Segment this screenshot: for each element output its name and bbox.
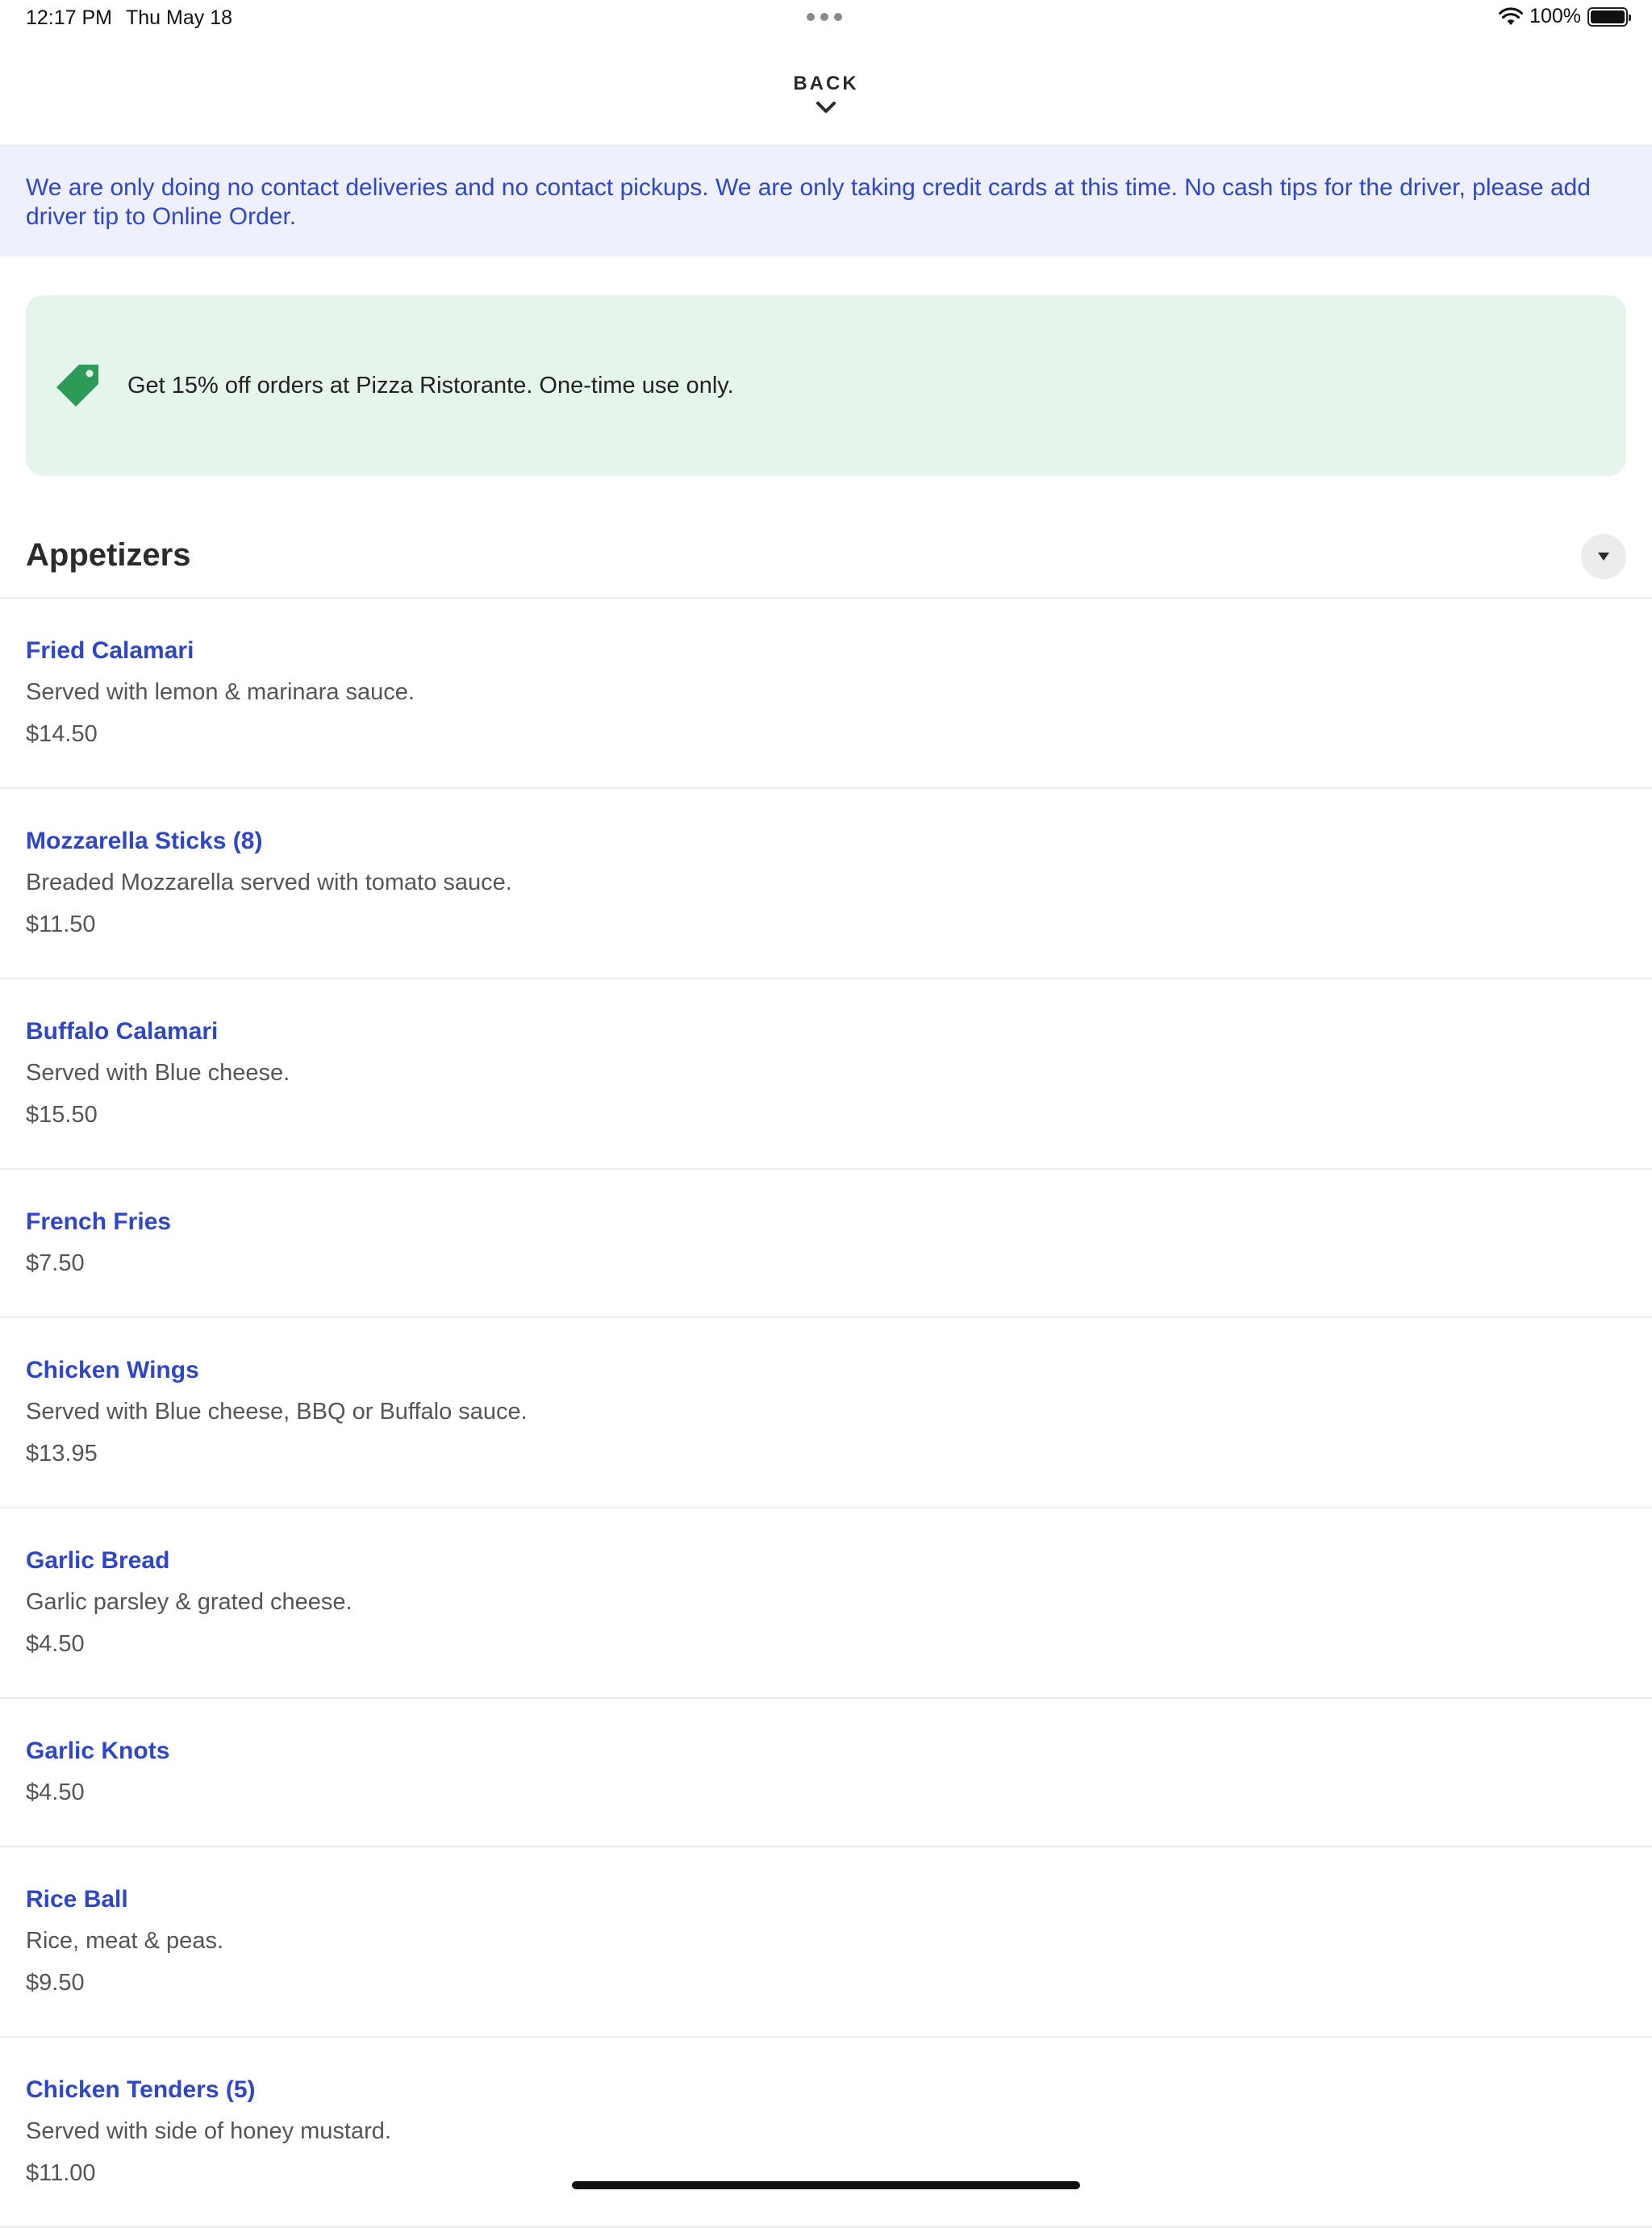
item-price: $14.50 [26, 721, 98, 747]
item-price: $4.50 [26, 1631, 85, 1657]
status-date: Thu May 18 [126, 6, 233, 29]
item-price: $9.50 [26, 1970, 85, 1996]
back-button[interactable]: BACK [0, 73, 1652, 115]
item-description: Served with Blue cheese, BBQ or Buffalo … [26, 1399, 528, 1425]
back-label: BACK [793, 73, 859, 94]
item-name[interactable]: Garlic Knots [26, 1738, 169, 1765]
battery-percentage: 100% [1529, 5, 1581, 27]
item-description: Served with lemon & marinara sauce. [26, 679, 415, 705]
section-header-appetizers: Appetizers [0, 516, 1652, 599]
menu-item[interactable]: Rice Ball Rice, meat & peas. $9.50 [0, 1847, 1652, 2038]
menu-item[interactable]: Chicken Wings Served with Blue cheese, B… [0, 1318, 1652, 1508]
item-description: Rice, meat & peas. [26, 1928, 223, 1954]
item-name[interactable]: Fried Calamari [26, 637, 194, 665]
status-indicators: 100% [1499, 5, 1631, 28]
menu-item[interactable]: Mozzarella Sticks (8) Breaded Mozzarella… [0, 789, 1652, 979]
item-name[interactable]: French Fries [26, 1208, 171, 1236]
section-title: Appetizers [26, 537, 191, 573]
collapse-section-button[interactable] [1581, 534, 1626, 579]
item-name[interactable]: Chicken Wings [26, 1357, 199, 1384]
menu-item[interactable]: Chicken Tenders (5) Served with side of … [0, 2038, 1652, 2228]
menu-item[interactable]: Fried Calamari Served with lemon & marin… [0, 599, 1652, 789]
item-name[interactable]: Buffalo Calamari [26, 1018, 218, 1045]
item-price: $11.00 [26, 2160, 96, 2186]
notice-text: We are only doing no contact deliveries … [26, 174, 1591, 230]
multitasking-dots-icon[interactable] [807, 13, 842, 21]
wifi-icon [1499, 6, 1524, 25]
item-description: Served with Blue cheese. [26, 1060, 290, 1086]
tag-icon [56, 365, 98, 407]
promo-card[interactable]: Get 15% off orders at Pizza Ristorante. … [26, 295, 1626, 476]
menu-item[interactable]: Buffalo Calamari Served with Blue cheese… [0, 979, 1652, 1170]
item-price: $7.50 [26, 1250, 85, 1276]
chevron-down-icon [816, 102, 836, 113]
item-price: $13.95 [26, 1441, 98, 1467]
item-name[interactable]: Chicken Tenders (5) [26, 2076, 256, 2104]
caret-down-icon [1598, 553, 1609, 561]
item-description: Served with side of honey mustard. [26, 2118, 391, 2144]
item-name[interactable]: Rice Ball [26, 1886, 128, 1913]
menu-item[interactable]: Garlic Knots $4.50 [0, 1699, 1652, 1847]
notice-banner: We are only doing no contact deliveries … [0, 144, 1652, 257]
promo-text: Get 15% off orders at Pizza Ristorante. … [127, 372, 734, 398]
menu-item[interactable]: French Fries $7.50 [0, 1170, 1652, 1318]
item-price: $4.50 [26, 1779, 85, 1805]
battery-icon [1587, 6, 1631, 27]
home-indicator[interactable] [572, 2181, 1080, 2189]
menu-item[interactable]: Garlic Bread Garlic parsley & grated che… [0, 1508, 1652, 1699]
item-description: Breaded Mozzarella served with tomato sa… [26, 870, 512, 895]
item-price: $11.50 [26, 912, 96, 937]
status-bar: 12:17 PM Thu May 18 100% [0, 0, 1652, 39]
item-name[interactable]: Garlic Bread [26, 1547, 169, 1575]
item-name[interactable]: Mozzarella Sticks (8) [26, 828, 262, 855]
menu-list: Fried Calamari Served with lemon & marin… [0, 599, 1652, 2228]
status-time: 12:17 PM [26, 6, 113, 29]
item-price: $15.50 [26, 1102, 98, 1128]
item-description: Garlic parsley & grated cheese. [26, 1589, 353, 1615]
